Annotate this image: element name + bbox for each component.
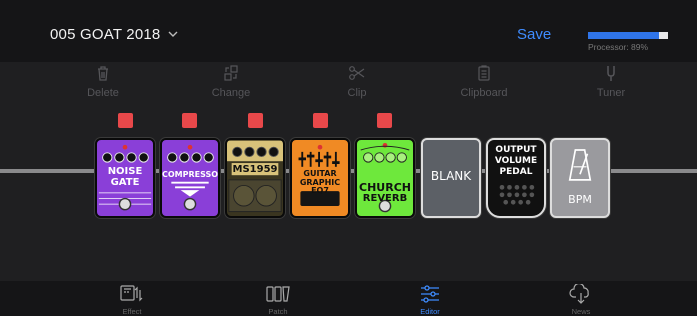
pedal-ms1959-graphic — [227, 140, 283, 213]
pedal-label: OUTPUT — [495, 145, 537, 155]
clip-label: Clip — [347, 87, 367, 99]
tab-patch[interactable]: Patch — [238, 284, 318, 316]
pedal-blank[interactable]: BLANK — [421, 138, 481, 218]
tab-news-label: News — [571, 307, 591, 316]
pedal-church-reverb-graphic — [360, 143, 410, 213]
change-button[interactable]: Change — [191, 64, 271, 99]
sliders-icon — [421, 285, 439, 303]
delete-label: Delete — [87, 87, 119, 99]
pedal-label: VOLUME — [494, 156, 538, 166]
save-button[interactable]: Save — [517, 26, 551, 43]
clipboard-button[interactable]: Clipboard — [444, 64, 524, 99]
chevron-down-icon[interactable] — [166, 27, 180, 41]
delete-button[interactable]: Delete — [63, 64, 143, 99]
pedal-select-indicator[interactable] — [118, 113, 133, 128]
pedal-label: CHURCH — [359, 181, 411, 194]
clip-button[interactable]: Clip — [317, 64, 397, 99]
pedal-select-indicator[interactable] — [182, 113, 197, 128]
clipboard-icon — [478, 65, 490, 81]
patch-name[interactable]: 005 GOAT 2018 — [50, 26, 160, 43]
pedal-church-reverb[interactable]: CHURCH REVERB — [355, 138, 415, 218]
pedal-output-volume[interactable]: OUTPUT VOLUME PEDAL — [486, 138, 546, 218]
trash-icon — [98, 66, 108, 81]
pedal-compressor[interactable]: COMPRESSOR — [160, 138, 220, 218]
tuner-button[interactable]: Tuner — [571, 64, 651, 99]
pedal-label: PEDAL — [499, 167, 533, 177]
pedal-select-indicator[interactable] — [313, 113, 328, 128]
tab-effect-label: Effect — [122, 307, 142, 316]
pedal-label: NOISE — [107, 166, 143, 177]
effect-icon — [120, 285, 143, 302]
tab-editor-label: Editor — [420, 307, 440, 316]
pedal-label: BPM — [568, 193, 592, 206]
pedal-label: REVERB — [362, 193, 408, 204]
cloud-download-icon — [569, 284, 589, 304]
clipboard-label: Clipboard — [460, 87, 508, 99]
pedal-label: MS1959 — [232, 164, 278, 175]
scissors-icon — [349, 66, 365, 80]
pedal-label: COMPRESSOR — [162, 170, 220, 179]
swap-icon — [224, 65, 238, 81]
pedal-guitar-graphic-eq7[interactable]: GUITAR GRAPHIC EQ7 — [290, 138, 350, 218]
change-label: Change — [211, 87, 251, 99]
tab-effect[interactable]: Effect — [92, 284, 172, 316]
pedal-label: BLANK — [430, 169, 472, 183]
tab-patch-label: Patch — [268, 307, 288, 316]
pedal-select-indicator[interactable] — [377, 113, 392, 128]
tab-editor[interactable]: Editor — [390, 284, 470, 316]
pedal-label: GRAPHIC EQ7 — [299, 178, 341, 196]
patch-icon — [266, 286, 290, 302]
pedal-label: GATE — [110, 177, 140, 188]
tuner-label: Tuner — [596, 87, 626, 99]
pedal-noise-gate[interactable]: NOISE GATE — [95, 138, 155, 218]
pedal-select-indicator[interactable] — [248, 113, 263, 128]
processor-meter-fill — [588, 32, 660, 39]
tuning-fork-icon — [607, 66, 615, 81]
tab-news[interactable]: News — [541, 284, 621, 316]
pedal-ms1959[interactable]: MS1959 — [225, 138, 285, 218]
processor-label: Processor: 89% — [588, 42, 648, 52]
processor-meter — [588, 32, 668, 39]
pedal-bpm[interactable]: BPM — [550, 138, 610, 218]
